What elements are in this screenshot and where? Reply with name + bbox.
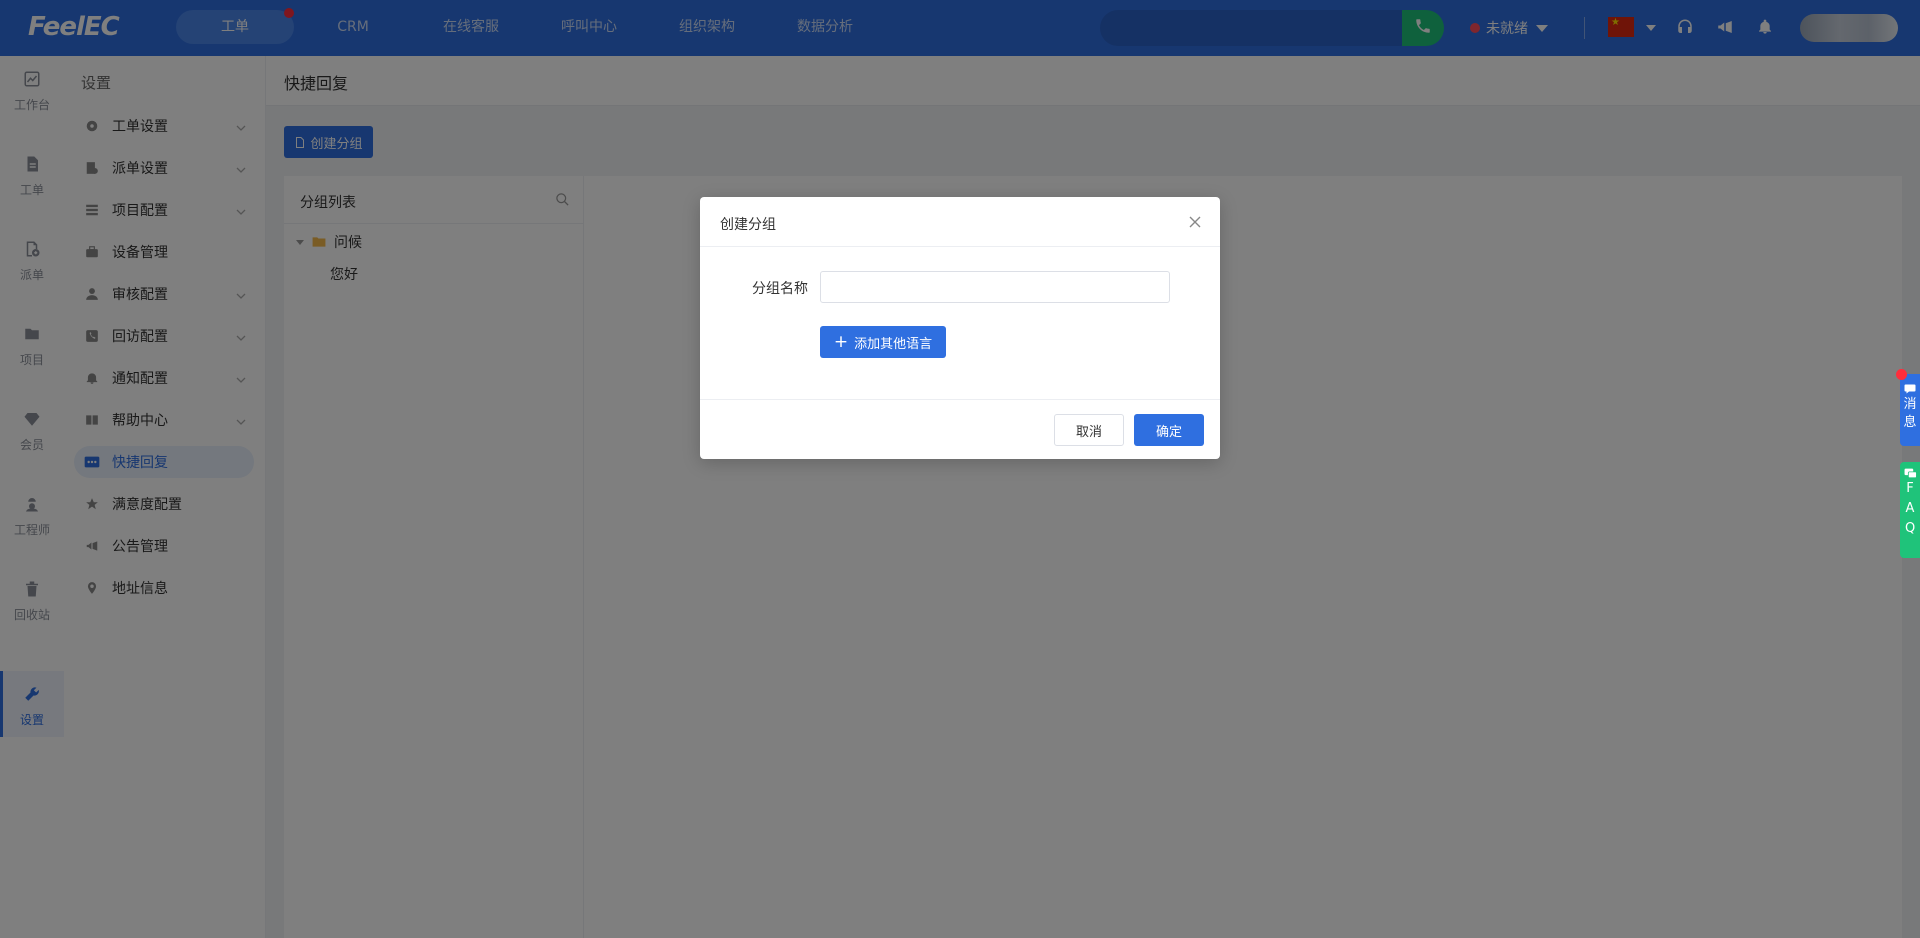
- group-name-label: 分组名称: [752, 281, 808, 297]
- cancel-button[interactable]: 取消: [1054, 414, 1124, 446]
- notification-badge: [1896, 369, 1907, 380]
- add-language-button[interactable]: + 添加其他语言: [820, 326, 946, 358]
- confirm-button[interactable]: 确定: [1134, 414, 1204, 446]
- message-label: 消息: [1903, 397, 1917, 430]
- group-name-input[interactable]: [820, 271, 1170, 303]
- faq-label: FAQ: [1905, 481, 1916, 536]
- create-group-dialog: 创建分组 分组名称 + 添加其他语言 取消 确定: [700, 197, 1220, 459]
- dialog-title: 创建分组: [720, 217, 776, 233]
- floating-faq-tab[interactable]: FAQ: [1900, 462, 1920, 558]
- message-icon: [1900, 384, 1920, 394]
- close-icon[interactable]: [1188, 215, 1202, 229]
- dialog-footer-divider: [700, 399, 1220, 400]
- floating-message-tab[interactable]: 消息: [1896, 369, 1920, 446]
- plus-icon: +: [833, 332, 849, 352]
- modal-overlay[interactable]: [0, 0, 1920, 938]
- add-language-label: 添加其他语言: [854, 336, 933, 352]
- dialog-header: 创建分组: [700, 197, 1220, 247]
- chat-bubbles-icon: [1900, 468, 1920, 479]
